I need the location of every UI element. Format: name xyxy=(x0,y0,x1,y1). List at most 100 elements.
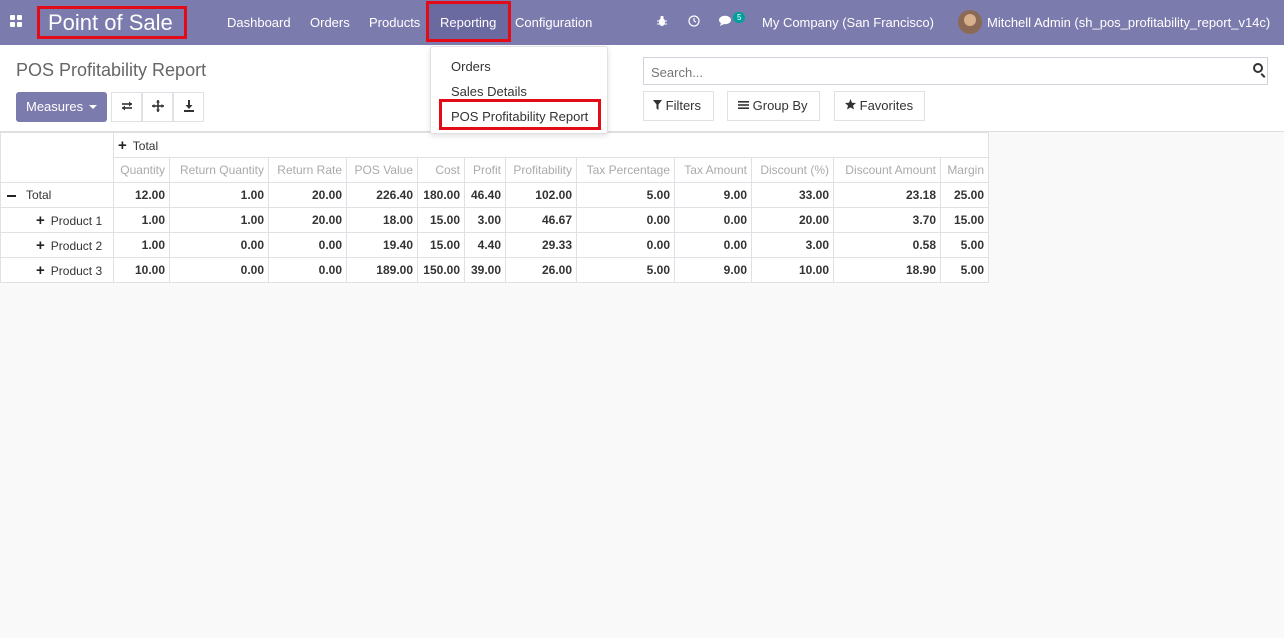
cell[interactable]: 46.40 xyxy=(464,182,506,208)
cell[interactable]: 0.00 xyxy=(268,232,347,258)
cell[interactable]: 33.00 xyxy=(751,182,834,208)
row-header-label: Total xyxy=(26,188,52,202)
measures-button[interactable]: Measures xyxy=(16,92,107,122)
cell[interactable]: 26.00 xyxy=(505,257,577,283)
cell[interactable]: 5.00 xyxy=(940,257,989,283)
cell[interactable]: 20.00 xyxy=(268,182,347,208)
search-input[interactable] xyxy=(649,62,1233,82)
row-header-total[interactable]: Total xyxy=(0,182,114,208)
expand-all-icon[interactable] xyxy=(142,92,173,122)
cell[interactable]: 189.00 xyxy=(346,257,418,283)
cell[interactable]: 0.58 xyxy=(833,232,941,258)
measure-header[interactable]: Margin xyxy=(940,157,989,183)
cell[interactable]: 23.18 xyxy=(833,182,941,208)
menu-products[interactable]: Products xyxy=(369,0,420,45)
cell[interactable]: 0.00 xyxy=(576,232,675,258)
cell[interactable]: 0.00 xyxy=(674,232,752,258)
cell[interactable]: 10.00 xyxy=(113,257,170,283)
page-title: POS Profitability Report xyxy=(16,60,207,80)
measure-header[interactable]: Cost xyxy=(417,157,465,183)
company-switcher[interactable]: My Company (San Francisco) xyxy=(762,0,934,45)
cell[interactable]: 29.33 xyxy=(505,232,577,258)
cell[interactable]: 19.40 xyxy=(346,232,418,258)
download-icon[interactable] xyxy=(173,92,204,122)
cell[interactable]: 226.40 xyxy=(346,182,418,208)
clock-icon[interactable] xyxy=(688,0,700,45)
app-brand[interactable]: Point of Sale xyxy=(37,6,187,39)
bug-icon[interactable] xyxy=(656,0,668,45)
measure-header[interactable]: Profit xyxy=(464,157,506,183)
measure-header[interactable]: Quantity xyxy=(113,157,170,183)
cell[interactable]: 15.00 xyxy=(417,207,465,233)
menu-reporting[interactable]: Reporting xyxy=(440,0,496,45)
cell[interactable]: 1.00 xyxy=(169,182,269,208)
flip-axis-icon[interactable] xyxy=(111,92,142,122)
menu-orders[interactable]: Orders xyxy=(310,0,350,45)
measure-header[interactable]: POS Value xyxy=(346,157,418,183)
cell[interactable]: 0.00 xyxy=(674,207,752,233)
cell[interactable]: 4.40 xyxy=(464,232,506,258)
cell[interactable]: 46.67 xyxy=(505,207,577,233)
search-icon[interactable] xyxy=(1253,63,1263,73)
cell[interactable]: 5.00 xyxy=(576,182,675,208)
cell[interactable]: 39.00 xyxy=(464,257,506,283)
measure-header[interactable]: Discount Amount xyxy=(833,157,941,183)
apps-menu-icon[interactable] xyxy=(10,15,22,27)
cell[interactable]: 1.00 xyxy=(113,207,170,233)
group-by-button[interactable]: Group By xyxy=(727,91,820,121)
filters-button[interactable]: Filters xyxy=(643,91,714,121)
cell[interactable]: 1.00 xyxy=(169,207,269,233)
cell[interactable]: 9.00 xyxy=(674,257,752,283)
row-header-product[interactable]: + Product 2 xyxy=(0,232,114,258)
reporting-dropdown: Orders Sales Details POS Profitability R… xyxy=(430,46,608,134)
cell[interactable]: 10.00 xyxy=(751,257,834,283)
menu-configuration[interactable]: Configuration xyxy=(515,0,592,45)
measure-header[interactable]: Discount (%) xyxy=(751,157,834,183)
cell[interactable]: 3.00 xyxy=(464,207,506,233)
measure-header[interactable]: Return Rate xyxy=(268,157,347,183)
cell[interactable]: 9.00 xyxy=(674,182,752,208)
cell[interactable]: 18.00 xyxy=(346,207,418,233)
cell[interactable]: 0.00 xyxy=(576,207,675,233)
table-row: + Product 2 1.00 0.00 0.00 19.40 15.00 4.… xyxy=(0,232,989,258)
control-panel: POS Profitability Report Measures Filter… xyxy=(0,45,1284,132)
favorites-button[interactable]: Favorites xyxy=(834,91,925,121)
cell[interactable]: 20.00 xyxy=(751,207,834,233)
cell[interactable]: 0.00 xyxy=(268,257,347,283)
measure-header[interactable]: Tax Amount xyxy=(674,157,752,183)
messages-badge: 5 xyxy=(733,12,746,23)
dropdown-item-orders[interactable]: Orders xyxy=(451,59,491,74)
cell[interactable]: 150.00 xyxy=(417,257,465,283)
cell[interactable]: 15.00 xyxy=(940,207,989,233)
user-menu[interactable]: Mitchell Admin (sh_pos_profitability_rep… xyxy=(987,0,1270,45)
measure-header[interactable]: Tax Percentage xyxy=(576,157,675,183)
dropdown-item-sales-details[interactable]: Sales Details xyxy=(451,84,527,99)
cell[interactable]: 20.00 xyxy=(268,207,347,233)
cell[interactable]: 3.70 xyxy=(833,207,941,233)
dropdown-item-pos-profitability-report[interactable]: POS Profitability Report xyxy=(451,109,588,124)
cell[interactable]: 0.00 xyxy=(169,257,269,283)
minus-icon xyxy=(7,194,16,197)
avatar[interactable] xyxy=(958,10,982,34)
search-bar xyxy=(643,57,1268,85)
cell[interactable]: 12.00 xyxy=(113,182,170,208)
row-header-label: Product 1 xyxy=(50,213,103,228)
cell[interactable]: 5.00 xyxy=(576,257,675,283)
cell[interactable]: 25.00 xyxy=(940,182,989,208)
measure-header[interactable]: Return Quantity xyxy=(169,157,269,183)
cell[interactable]: 180.00 xyxy=(417,182,465,208)
cell[interactable]: 0.00 xyxy=(169,232,269,258)
cell[interactable]: 5.00 xyxy=(940,232,989,258)
cell[interactable]: 1.00 xyxy=(113,232,170,258)
row-header-product[interactable]: + Product 1 xyxy=(0,207,114,233)
chat-icon[interactable] xyxy=(719,0,734,45)
row-header-product[interactable]: + Product 3 xyxy=(0,257,114,283)
cell[interactable]: 3.00 xyxy=(751,232,834,258)
cell[interactable]: 102.00 xyxy=(505,182,577,208)
menu-dashboard[interactable]: Dashboard xyxy=(227,0,291,45)
measure-header[interactable]: Profitability xyxy=(505,157,577,183)
col-header-total[interactable]: + Total xyxy=(113,132,989,158)
cell[interactable]: 15.00 xyxy=(417,232,465,258)
cell[interactable]: 18.90 xyxy=(833,257,941,283)
table-row: + Product 1 1.00 1.00 20.00 18.00 15.00 3… xyxy=(0,207,989,233)
